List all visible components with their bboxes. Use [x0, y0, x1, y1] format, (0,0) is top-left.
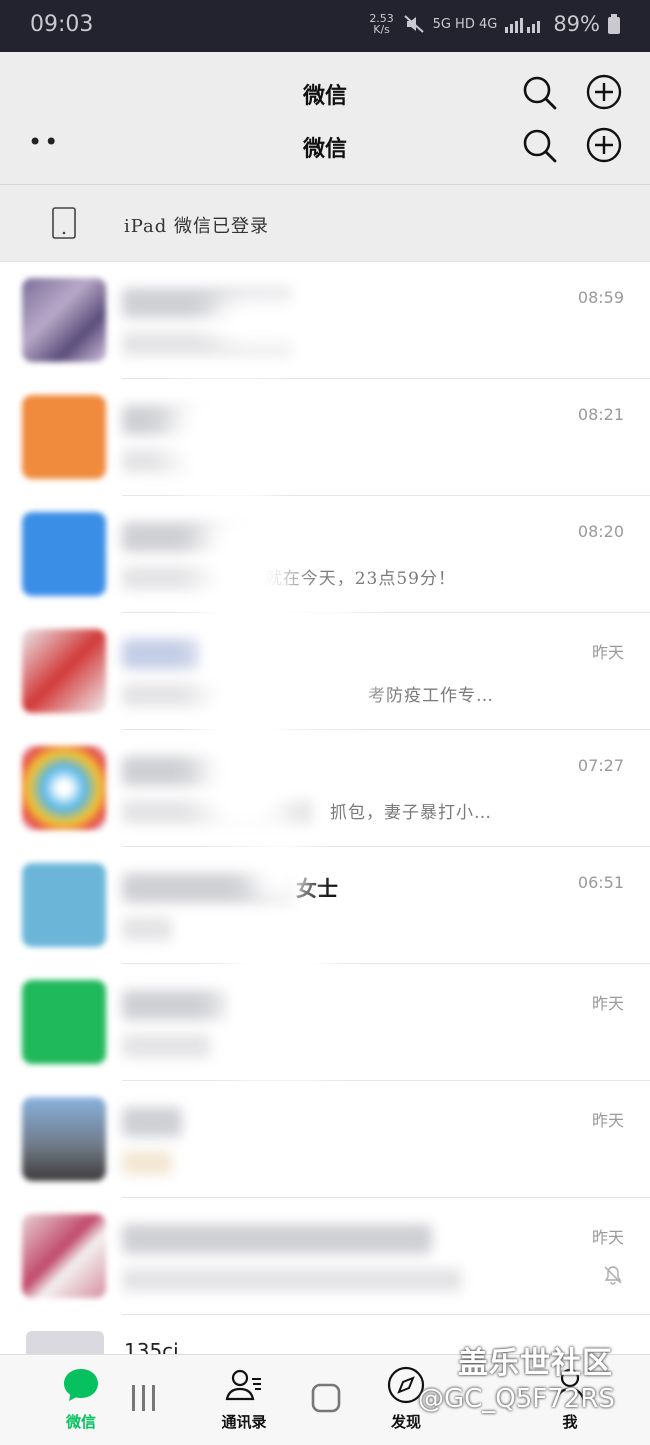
- chat-row[interactable]: :就在今天，23点59分！ 08:20: [0, 496, 650, 613]
- app-header: 微信 •• 微信: [0, 52, 650, 185]
- avatar: [22, 1097, 106, 1181]
- avatar: [22, 512, 106, 596]
- avatar: [22, 278, 106, 362]
- name-redacted: [122, 1224, 432, 1254]
- chat-row[interactable]: 女士 06:51: [0, 847, 650, 964]
- avatar: [22, 746, 106, 830]
- divider: [122, 1314, 650, 1315]
- chat-time: 08:21: [577, 405, 624, 424]
- message-redacted: [122, 917, 172, 941]
- mute-icon: [403, 15, 424, 33]
- header-row-top: 微信: [0, 65, 650, 119]
- search-icon[interactable]: [519, 72, 559, 112]
- avatar: [22, 395, 106, 479]
- add-icon[interactable]: [584, 72, 624, 112]
- tab-label: 通讯录: [221, 1413, 267, 1431]
- tablet-icon: [52, 207, 76, 239]
- battery-icon: [608, 14, 620, 34]
- message-redacted: [122, 1034, 212, 1058]
- ipad-login-label: iPad 微信已登录: [124, 216, 270, 237]
- network-indicators: 5G HD 4G: [432, 16, 498, 32]
- chat-row[interactable]: 昨天: [0, 1198, 650, 1315]
- chat-time: 06:51: [577, 873, 624, 892]
- tab-contacts[interactable]: 通讯录: [194, 1355, 294, 1445]
- chat-row[interactable]: 知 08:21: [0, 379, 650, 496]
- mute-bell-icon: [604, 1266, 622, 1285]
- chat-row[interactable]: 昨天: [0, 1081, 650, 1198]
- chat-preview: 抓包，妻子暴打小…: [330, 803, 492, 823]
- signal-icon: [505, 18, 541, 33]
- search-icon[interactable]: [519, 125, 559, 165]
- chat-time: 08:20: [577, 522, 624, 541]
- contacts-icon: [225, 1369, 261, 1401]
- redaction-overlay: [250, 830, 310, 910]
- message-redacted: [122, 1268, 462, 1292]
- name-redacted: [122, 639, 202, 669]
- recent-apps-icon[interactable]: [130, 1383, 158, 1417]
- ipad-login-banner[interactable]: iPad 微信已登录: [0, 185, 650, 262]
- name-redacted: [122, 990, 232, 1020]
- redaction-overlay: [170, 380, 280, 500]
- watermark-handle: @GC_Q5F72RS: [418, 1384, 615, 1414]
- avatar: [22, 863, 106, 947]
- avatar: [22, 1214, 106, 1298]
- add-icon[interactable]: [584, 125, 624, 165]
- tab-chats[interactable]: 微信: [31, 1355, 131, 1445]
- avatar: [22, 980, 106, 1064]
- chat-time: 08:59: [577, 288, 624, 307]
- header-row-bottom: •• 微信: [0, 118, 650, 172]
- chat-time: 昨天: [591, 643, 624, 662]
- chat-time: 昨天: [591, 1111, 624, 1130]
- home-button-icon[interactable]: [311, 1383, 341, 1417]
- status-time: 09:03: [30, 12, 94, 37]
- message-redacted: [122, 1151, 172, 1175]
- redaction-overlay: [230, 600, 370, 720]
- status-indicators: 2.53 K/s 5G HD 4G 89%: [369, 12, 620, 36]
- chat-time: 昨天: [591, 994, 624, 1013]
- tab-label: 微信: [65, 1413, 96, 1431]
- chat-time: 07:27: [577, 756, 624, 775]
- tab-label: 发现: [390, 1413, 421, 1431]
- net-speed: 2.53 K/s: [369, 12, 394, 36]
- tab-label: 我: [562, 1413, 578, 1431]
- chat-time: 昨天: [591, 1228, 624, 1247]
- name-redacted: [122, 1107, 182, 1137]
- avatar: [22, 629, 106, 713]
- chat-row[interactable]: 抓包，妻子暴打小… 07:27: [0, 730, 650, 847]
- battery-level: 89%: [553, 12, 600, 36]
- status-bar: 09:03 2.53 K/s 5G HD 4G 89%: [0, 0, 650, 52]
- redaction-overlay: [220, 940, 340, 1080]
- redaction-overlay: [210, 290, 360, 350]
- chat-preview: 考防疫工作专…: [368, 686, 494, 706]
- watermark-title: 盖乐世社区: [458, 1346, 613, 1381]
- chat-bubble-icon: [64, 1369, 98, 1401]
